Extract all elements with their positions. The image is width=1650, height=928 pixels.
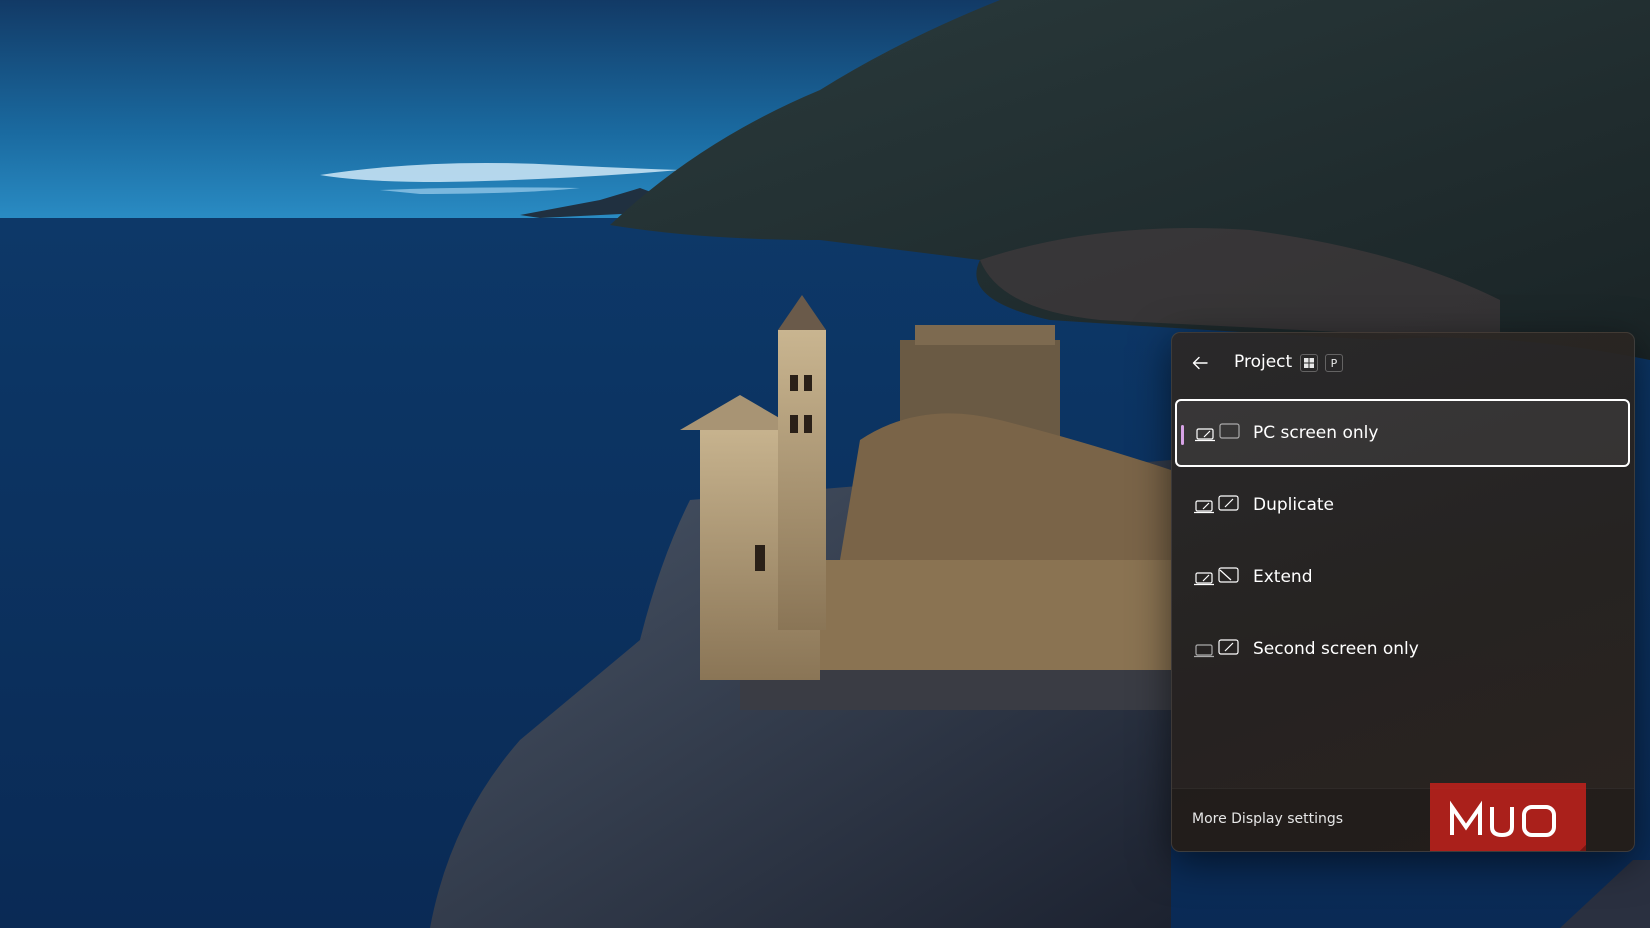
more-display-settings-link[interactable]: More Display settings bbox=[1192, 809, 1343, 829]
windows-logo-icon bbox=[1304, 358, 1314, 368]
p-key-badge: P bbox=[1325, 354, 1343, 372]
option-label: Duplicate bbox=[1253, 495, 1334, 515]
pc-screen-only-icon bbox=[1195, 423, 1240, 442]
back-button[interactable] bbox=[1184, 347, 1216, 379]
back-arrow-icon bbox=[1192, 356, 1208, 370]
project-flyout: Project P PC screen only Duplicate Exten… bbox=[1171, 332, 1635, 852]
desktop: Project P PC screen only Duplicate Exten… bbox=[0, 0, 1650, 928]
flyout-header: Project P bbox=[1172, 333, 1634, 393]
extend-icon bbox=[1194, 567, 1239, 586]
option-label: Second screen only bbox=[1253, 639, 1419, 659]
windows-key-badge bbox=[1300, 354, 1318, 372]
option-second-screen-only[interactable]: Second screen only bbox=[1175, 615, 1630, 683]
option-label: Extend bbox=[1253, 567, 1313, 587]
option-pc-screen-only[interactable]: PC screen only bbox=[1175, 399, 1630, 467]
flyout-title: Project bbox=[1234, 352, 1293, 372]
selection-indicator bbox=[1181, 425, 1184, 445]
flyout-footer: More Display settings bbox=[1172, 783, 1634, 851]
option-extend[interactable]: Extend bbox=[1175, 543, 1630, 611]
duplicate-icon bbox=[1194, 495, 1239, 514]
second-screen-only-icon bbox=[1194, 639, 1239, 658]
option-label: PC screen only bbox=[1253, 423, 1379, 443]
option-duplicate[interactable]: Duplicate bbox=[1175, 471, 1630, 539]
muo-watermark-logo bbox=[1430, 783, 1586, 851]
